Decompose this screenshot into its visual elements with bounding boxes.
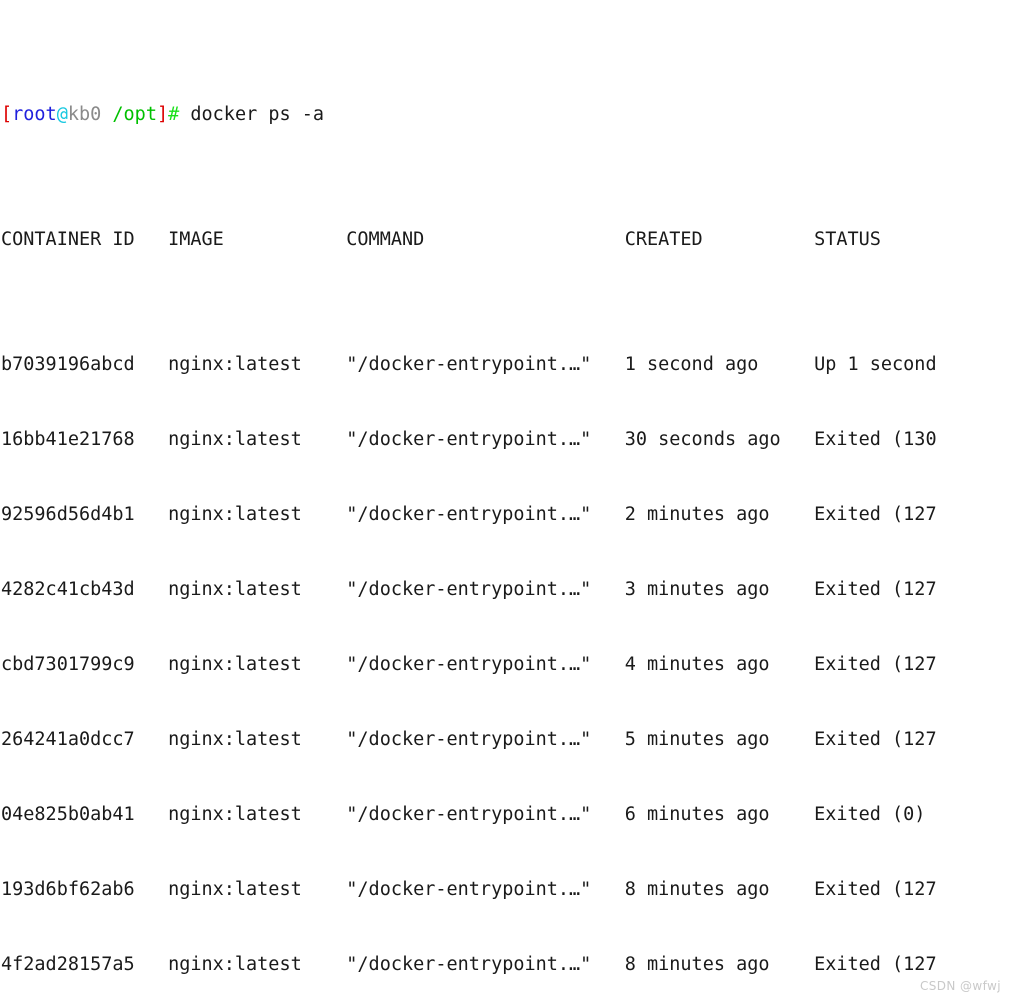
table-row: cbd7301799c9 nginx:latest "/docker-entry…: [1, 654, 937, 675]
prompt-open-bracket: [: [1, 104, 13, 125]
watermark: CSDN @wfwj: [919, 979, 1001, 993]
prompt-user: root: [12, 104, 57, 125]
prompt-path: /opt: [112, 104, 157, 125]
table-row: 92596d56d4b1 nginx:latest "/docker-entry…: [1, 504, 937, 525]
table-row: 193d6bf62ab6 nginx:latest "/docker-entry…: [1, 879, 937, 900]
prompt-close-bracket: ]: [156, 104, 169, 125]
table-row: 264241a0dcc7 nginx:latest "/docker-entry…: [1, 729, 937, 750]
table-row: 4282c41cb43d nginx:latest "/docker-entry…: [1, 579, 937, 600]
terminal-window[interactable]: [root@kb0 /opt]# docker ps -a CONTAINER …: [0, 0, 1009, 1005]
prompt-host: kb0: [67, 104, 102, 125]
table-row: 16bb41e21768 nginx:latest "/docker-entry…: [1, 429, 937, 450]
prompt-at-icon: @: [56, 104, 68, 125]
table-row: 4f2ad28157a5 nginx:latest "/docker-entry…: [1, 954, 937, 975]
prompt-gap: [179, 104, 190, 125]
table-row: 04e825b0ab41 nginx:latest "/docker-entry…: [1, 804, 926, 825]
prompt-line-1: [root@kb0 /opt]# docker ps -a: [1, 102, 1009, 127]
command-docker-ps-1: docker ps -a: [190, 104, 325, 125]
table1-header: CONTAINER ID IMAGE COMMAND CREATED STATU…: [1, 229, 881, 250]
prompt-hash: #: [168, 104, 180, 125]
table-row: b7039196abcd nginx:latest "/docker-entry…: [1, 354, 937, 375]
